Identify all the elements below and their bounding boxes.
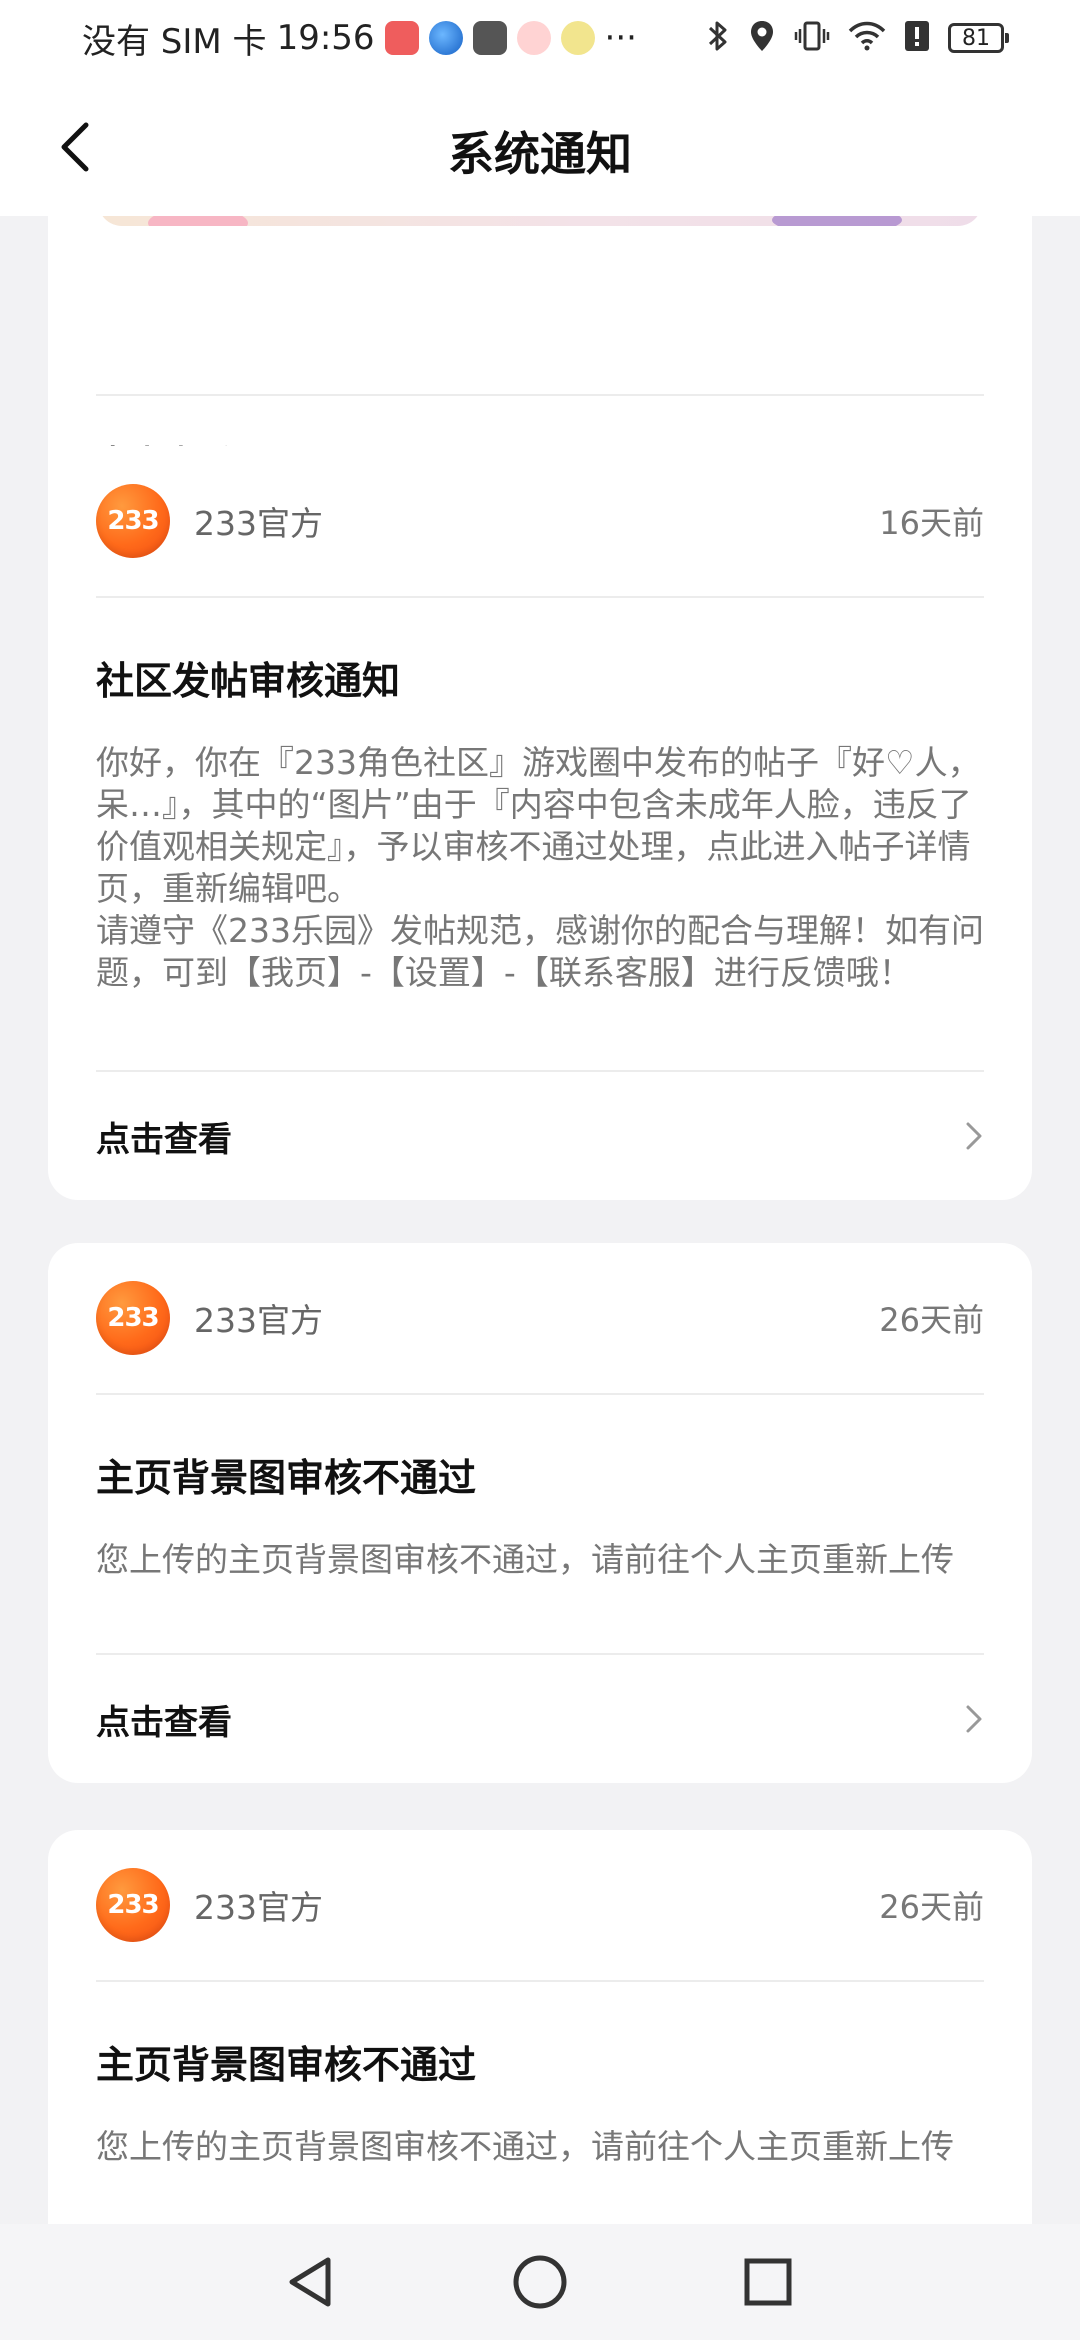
sender-name: 233官方: [194, 1888, 323, 1927]
avatar-logo-text: 233: [107, 1890, 159, 1920]
status-left: 没有 SIM 卡 19:56 ···: [82, 16, 637, 62]
app-bar: 系统通知: [0, 76, 1080, 216]
notification-title: 社区发帖审核通知: [96, 659, 401, 703]
view-details-label: 点击查看: [96, 1702, 232, 1743]
more-notifications-text: ···: [604, 18, 637, 58]
clock-text: 19:56: [276, 18, 375, 58]
chevron-right-icon: [964, 1121, 984, 1151]
location-icon: [748, 19, 776, 57]
status-right: 81: [706, 16, 1009, 60]
app-dark-icon: [472, 21, 507, 55]
timestamp: 26天前: [879, 1301, 984, 1339]
notification-body[interactable]: 你好，你在『233角色社区』游戏圈中发布的帖子『好♡人，呆…』，其中的“图片”由…: [96, 742, 984, 994]
nav-recent-icon: [744, 2258, 792, 2306]
card-header: 233 233官方 26天前: [96, 1830, 984, 1980]
nav-back-button[interactable]: [278, 2250, 342, 2314]
view-details-label: 点击查看: [96, 1119, 232, 1160]
app-blue-icon: [428, 21, 463, 55]
avatar: 233: [96, 1868, 170, 1942]
app-yellow-icon: [560, 21, 595, 55]
card-divider: [96, 596, 984, 598]
timestamp: 16天前: [879, 504, 984, 542]
timestamp: 26天前: [879, 1888, 984, 1926]
chevron-right-icon: [964, 1704, 984, 1734]
bluetooth-icon: [706, 19, 730, 57]
app-red-icon: [384, 21, 419, 55]
wifi-icon: [848, 20, 886, 56]
avatar: 233: [96, 484, 170, 558]
notification-title: 主页背景图审核不通过: [96, 2043, 477, 2087]
top-bar: 没有 SIM 卡 19:56 ··· 81 系统通知: [0, 0, 1080, 216]
avatar-logo-text: 233: [107, 1303, 159, 1333]
notification-title: 主页背景图审核不通过: [96, 1456, 477, 1500]
status-bar: 没有 SIM 卡 19:56 ··· 81: [0, 0, 1080, 76]
card-header: 233 233官方 16天前: [96, 446, 984, 596]
avatar: 233: [96, 1281, 170, 1355]
sender-name: 233官方: [194, 504, 323, 543]
nav-home-icon: [513, 2255, 567, 2309]
notification-body: 您上传的主页背景图审核不通过，请前往个人主页重新上传: [96, 2127, 954, 2166]
nav-recent-button[interactable]: [736, 2250, 800, 2314]
avatar-logo-text: 233: [107, 506, 159, 536]
notification-body: 您上传的主页背景图审核不通过，请前往个人主页重新上传: [96, 1540, 954, 1579]
carrier-text: 没有 SIM 卡: [82, 21, 267, 62]
nav-home-button[interactable]: [508, 2250, 572, 2314]
app-pink-icon: [516, 21, 551, 55]
card-header: 233 233官方 26天前: [96, 1243, 984, 1393]
alert-icon: [904, 19, 930, 57]
battery-icon: 81: [948, 23, 1009, 53]
notification-card[interactable]: 233 233官方 16天前 社区发帖审核通知 你好，你在『233角色社区』游戏…: [48, 446, 1032, 1200]
view-details-button[interactable]: 点击查看: [96, 1655, 984, 1783]
system-nav-bar: [0, 2224, 1080, 2340]
view-details-button[interactable]: 点击查看: [96, 1072, 984, 1200]
notification-list[interactable]: 点击查看 233 233官方 16天前 社区发帖审核通知 你好，你在『233角色…: [0, 216, 1080, 2224]
notification-card[interactable]: 233 233官方 26天前 主页背景图审核不通过 您上传的主页背景图审核不通过…: [48, 1243, 1032, 1783]
card-divider: [96, 1980, 984, 1982]
page-title: 系统通知: [448, 127, 632, 181]
notification-card[interactable]: 233 233官方 26天前 主页背景图审核不通过 您上传的主页背景图审核不通过…: [48, 1830, 1032, 2224]
battery-level-text: 81: [962, 25, 990, 51]
notification-image[interactable]: [98, 216, 982, 226]
sender-name: 233官方: [194, 1301, 323, 1340]
nav-back-icon: [289, 2257, 331, 2307]
card-divider: [96, 1393, 984, 1395]
vibrate-icon: [794, 19, 830, 57]
